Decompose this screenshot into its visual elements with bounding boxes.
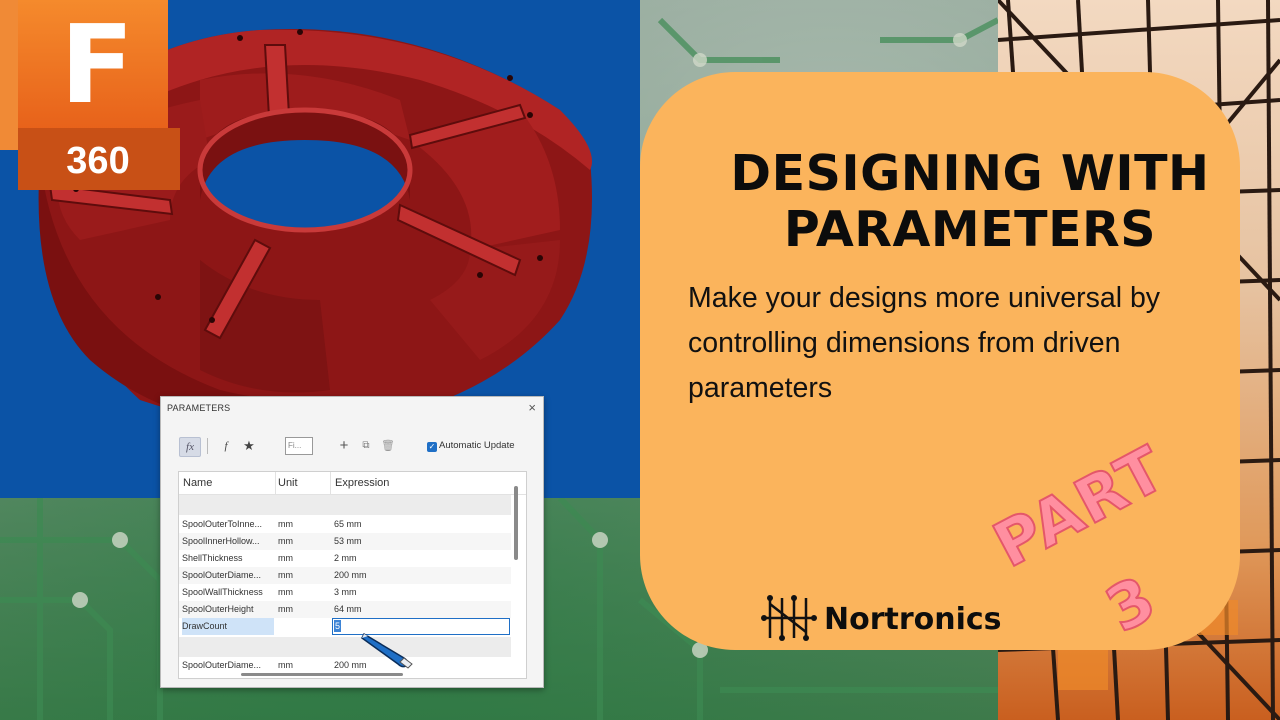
- param-name: SpoolOuterHeight: [182, 604, 254, 614]
- group-row: [179, 637, 511, 657]
- logo-number: 360: [66, 140, 130, 182]
- copy-icon[interactable]: ⧉: [359, 437, 373, 455]
- table-row[interactable]: ShellThickness mm 2 mm: [179, 550, 511, 567]
- column-header-unit[interactable]: Unit: [278, 477, 298, 489]
- dialog-toolbar: fx f ★ Fi... + ⧉ 🗑 ✓ Automatic Update: [177, 435, 527, 457]
- column-header-name[interactable]: Name: [183, 477, 212, 489]
- table-row[interactable]: SpoolOuterDiame... mm 200 mm: [179, 567, 511, 584]
- table-row[interactable]: SpoolOuterHeight mm 64 mm: [179, 601, 511, 618]
- parameters-table: Name Unit Expression SpoolOuterToInne...…: [178, 471, 527, 679]
- pen-cursor-icon: [361, 632, 413, 669]
- fx-function-icon[interactable]: fx: [179, 437, 201, 457]
- automatic-update-checkbox[interactable]: ✓ Automatic Update: [427, 439, 515, 453]
- table-row[interactable]: SpoolOuterToInne... mm 65 mm: [179, 516, 511, 533]
- group-row: [179, 495, 511, 515]
- fusion-360-logo: F 360: [0, 0, 180, 190]
- param-name: SpoolOuterDiame...: [182, 570, 262, 580]
- card-subtitle: Make your designs more universal by cont…: [688, 282, 1161, 404]
- column-divider: [330, 472, 331, 494]
- table-row[interactable]: SpoolInnerHollow... mm 53 mm: [179, 533, 511, 550]
- card-title: DESIGNING WITH PARAMETERS: [700, 146, 1240, 258]
- param-unit: mm: [278, 587, 293, 597]
- favorites-function-icon[interactable]: f: [217, 437, 235, 455]
- checkbox-checked-icon[interactable]: ✓: [427, 442, 437, 452]
- param-expression[interactable]: 53 mm: [334, 533, 362, 550]
- param-unit: mm: [278, 553, 293, 563]
- table-row[interactable]: SpoolOuterDiame... mm 200 mm: [179, 657, 511, 674]
- param-name: ShellThickness: [182, 553, 243, 563]
- vertical-scrollbar[interactable]: [514, 486, 518, 560]
- param-expression[interactable]: 65 mm: [334, 516, 362, 533]
- parameters-dialog: PARAMETERS × fx f ★ Fi... + ⧉ 🗑 ✓ Automat…: [160, 396, 544, 688]
- param-name: SpoolInnerHollow...: [182, 536, 260, 546]
- param-unit: mm: [278, 660, 293, 670]
- param-expression[interactable]: 3 mm: [334, 584, 357, 601]
- expression-edit-value[interactable]: 5: [334, 620, 342, 632]
- table-header: Name Unit Expression: [179, 472, 526, 495]
- star-icon[interactable]: ★: [241, 437, 257, 455]
- param-unit: mm: [278, 570, 293, 580]
- filter-input[interactable]: Fi...: [285, 437, 313, 455]
- logo-letter: F: [60, 3, 134, 128]
- table-row[interactable]: SpoolWallThickness mm 3 mm: [179, 584, 511, 601]
- table-row-selected[interactable]: DrawCount 5: [179, 618, 511, 635]
- automatic-update-label: Automatic Update: [439, 440, 515, 451]
- expression-edit-field[interactable]: 5: [332, 618, 510, 635]
- param-name: SpoolOuterDiame...: [182, 660, 262, 670]
- toolbar-separator: [207, 438, 208, 454]
- add-parameter-icon[interactable]: +: [337, 437, 351, 455]
- circuit-brand-icon: [761, 595, 817, 641]
- param-name: SpoolWallThickness: [182, 587, 263, 597]
- column-header-expression[interactable]: Expression: [335, 477, 389, 489]
- param-name: DrawCount: [182, 618, 274, 635]
- column-divider: [275, 472, 276, 494]
- card-title-line2: PARAMETERS: [783, 201, 1157, 258]
- param-expression[interactable]: 200 mm: [334, 567, 367, 584]
- title-card: DESIGNING WITH PARAMETERS Make your desi…: [640, 72, 1240, 650]
- delete-icon[interactable]: 🗑: [381, 437, 395, 455]
- param-unit: mm: [278, 536, 293, 546]
- param-expression[interactable]: 64 mm: [334, 601, 362, 618]
- param-unit: mm: [278, 604, 293, 614]
- brand-name: Nortronics: [824, 602, 1002, 637]
- dialog-title: PARAMETERS: [167, 403, 231, 413]
- card-title-line1: DESIGNING WITH: [730, 145, 1210, 202]
- close-icon[interactable]: ×: [528, 400, 536, 415]
- param-expression[interactable]: 2 mm: [334, 550, 357, 567]
- param-name: SpoolOuterToInne...: [182, 519, 263, 529]
- horizontal-scrollbar[interactable]: [241, 673, 403, 676]
- param-unit: mm: [278, 519, 293, 529]
